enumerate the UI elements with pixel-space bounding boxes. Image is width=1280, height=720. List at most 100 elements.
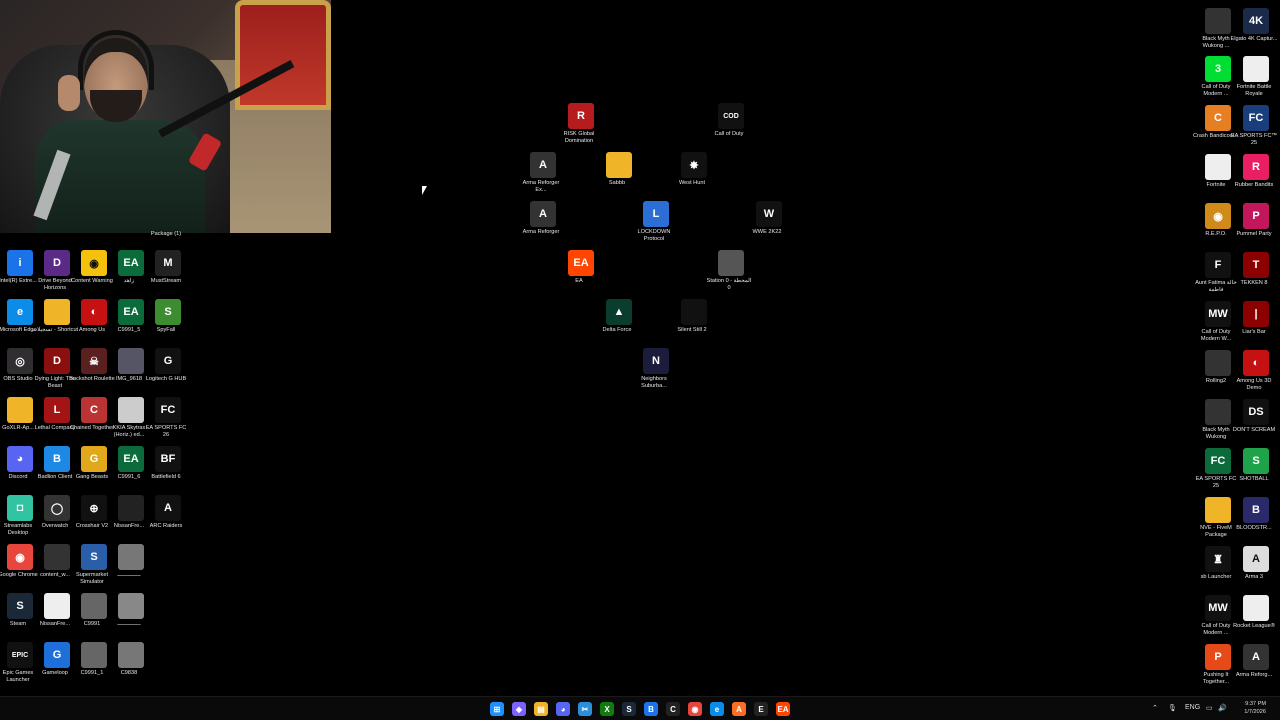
desktop-icon-supermarket[interactable]: S Supermarket Simulator: [74, 544, 114, 586]
desktop-icon-west-hunt[interactable]: ✸ West Hunt: [674, 152, 714, 187]
xbox-icon[interactable]: X: [600, 702, 614, 716]
fortnite-icon: [1205, 154, 1231, 180]
desktop-icon-aunt-fatima[interactable]: F Aunt Fatima خالة فاطمة: [1195, 252, 1238, 294]
desktop-icon-station-0[interactable]: Station 0 - المحطة 0: [707, 250, 751, 292]
desktop-icon-dbd[interactable]: D Dying Light: The Beast: [35, 348, 77, 390]
rubber-bandits-icon: R: [1243, 154, 1269, 180]
desktop-icon-spyfall[interactable]: S SpyFall: [148, 299, 188, 334]
clock-time: 9:37 PM: [1245, 701, 1266, 707]
clock[interactable]: 9:37 PM 1/7/2026: [1244, 700, 1266, 716]
desktop-icon-cod-mw-2[interactable]: MW Call of Duty Modern ...: [1198, 595, 1238, 637]
desktop-icon-silent-still-2[interactable]: Silent Still 2: [674, 299, 714, 334]
ea-icon[interactable]: EA: [776, 702, 790, 716]
c9991-icon: [81, 593, 107, 619]
desktop-icon-rubber-bandits[interactable]: R Rubber Bandits: [1235, 154, 1276, 189]
desktop-icon-dont-scream[interactable]: DS DON'T SCREAM: [1233, 399, 1276, 434]
clock-date: 1/7/2026: [1244, 709, 1266, 715]
desktop-icon-arma3[interactable]: A Arma 3: [1236, 546, 1276, 581]
lethal-icon: L: [44, 397, 70, 423]
desktop-icon-arabic-file-2[interactable]: ــــــــــــــ: [111, 593, 151, 628]
file-explorer-icon[interactable]: ▤: [534, 702, 548, 716]
arabic-file-1-icon: [118, 544, 144, 570]
desktop-icon-pummel[interactable]: P Pummel Party: [1236, 203, 1276, 238]
obs-icon: ◎: [7, 348, 33, 374]
copilot-icon[interactable]: ◆: [512, 702, 526, 716]
desktop-icon-label: Among Us 3D Demo: [1236, 378, 1272, 391]
desktop-icon-drive-beyond[interactable]: D Drive Beyond Horizons: [37, 250, 77, 292]
c9991-6-icon: EA: [118, 446, 144, 472]
desktop-icon-lockdown[interactable]: L LOCKDOWN Protocol: [636, 201, 676, 243]
desktop-icon-easports-fc26[interactable]: FC EA SPORTS FC 26: [146, 397, 188, 439]
desktop-icon-shotball[interactable]: S SHOTBALL: [1236, 448, 1276, 483]
package-folder-caption[interactable]: Package (1): [148, 229, 188, 238]
network-icon[interactable]: ▭: [1206, 704, 1213, 712]
repo-icon: ◉: [1205, 203, 1231, 229]
desktop-icon-black-myth-1[interactable]: Black Myth Wukong ...: [1198, 8, 1238, 50]
chrome-icon[interactable]: ◉: [688, 702, 702, 716]
discord-icon[interactable]: ◕: [556, 702, 570, 716]
desktop-icon-logitech[interactable]: G Logitech G HUB: [146, 348, 188, 383]
desktop-icon-liars-bar[interactable]: | Liar's Bar: [1236, 301, 1276, 336]
desktop-icon-label: Liar's Bar: [1242, 329, 1266, 335]
desktop-icon-wwe2k22[interactable]: W WWE 2K22: [749, 201, 789, 236]
desktop-icon-label: WWE 2K22: [752, 229, 782, 235]
desktop-icon-cod-mw[interactable]: MW Call of Duty Modern W...: [1198, 301, 1238, 343]
overwatch-icon: ◯: [44, 495, 70, 521]
snipping-tool-icon[interactable]: ✂: [578, 702, 592, 716]
desktop-icon-pushing-it[interactable]: P Pushing It Together...: [1198, 644, 1238, 686]
desktop-icon-tekken8[interactable]: T TEKKEN 8: [1236, 252, 1276, 287]
desktop-icon-c9838[interactable]: C9838: [111, 642, 151, 677]
desktop-icon-fortnite-br[interactable]: Fortnite Battle Royale: [1236, 56, 1276, 98]
desktop-icon-label: Elgato 4K Captur...: [1230, 36, 1278, 42]
cod-mw-icon: MW: [1205, 301, 1231, 327]
desktop-icon-label: EA SPORTS FC 26: [145, 425, 187, 438]
desktop-icon-elgato[interactable]: 4K Elgato 4K Captur...: [1231, 8, 1277, 43]
desktop-icon-arc-raiders[interactable]: A ARC Raiders: [148, 495, 188, 530]
c9991-5-icon: EA: [118, 299, 144, 325]
desktop-icon-label: Pummel Party: [1236, 231, 1272, 237]
desktop-icon-label: Fortnite Battle Royale: [1236, 84, 1272, 97]
desktop-icon-neighbors[interactable]: N Neighbors Suburba...: [636, 348, 676, 390]
desktop-icon-muststream[interactable]: M MustStream: [148, 250, 188, 285]
edge-icon[interactable]: e: [710, 702, 724, 716]
volume-icon[interactable]: 🔊: [1218, 704, 1227, 712]
desktop-icon-ea-app[interactable]: EA EA: [561, 250, 601, 285]
microphone-icon[interactable]: 🎙: [1168, 704, 1177, 712]
chrome-icon: ◉: [7, 544, 33, 570]
desktop-icon-nve-fivem[interactable]: NVE - FiveM Package: [1198, 497, 1238, 539]
desktop-icon-risk[interactable]: R RISK Global Domination: [561, 103, 601, 145]
desktop-icon-easports-fc25-1[interactable]: FC EA SPORTS FC™ 25: [1231, 105, 1277, 147]
desktop-icon-cod-center[interactable]: COD Call of Duty: [711, 103, 751, 138]
desktop-icon-streamlabs[interactable]: ◘ Streamlabs Desktop: [0, 495, 40, 537]
drive-beyond-icon: D: [44, 250, 70, 276]
desktop-icon-arma-reforger[interactable]: A Arma Reforger: [523, 201, 563, 236]
desktop-icon-arma-reforger-2[interactable]: A Arma Reforg...: [1236, 644, 1276, 679]
headset: [78, 30, 154, 90]
arc-icon[interactable]: A: [732, 702, 746, 716]
desktop-icon-arabic-file-1[interactable]: ــــــــــــــ: [111, 544, 151, 579]
desktop-icon-label: Delta Force: [602, 327, 632, 333]
windows-start-icon[interactable]: ⊞: [490, 702, 504, 716]
chained-icon: C: [81, 397, 107, 423]
desktop-icon-battlefield6[interactable]: BF Battlefield 6: [148, 446, 188, 481]
desktop-icon-bloodstr[interactable]: B BLOODSTR...: [1236, 497, 1276, 532]
desktop-icon-arma-reforger-ex[interactable]: A Arma Reforger Ex...: [523, 152, 563, 194]
chevron-up-icon[interactable]: ⌃: [1152, 704, 1158, 712]
discord-icon: ◕: [7, 446, 33, 472]
arma-reforger-2-icon: A: [1243, 644, 1269, 670]
desktop-icon-label: Arma Reforger Ex...: [522, 180, 560, 193]
desktop-icon-epic[interactable]: EPIC Epic Games Launcher: [0, 642, 40, 684]
desktop-icon-label: Rocket League®: [1233, 623, 1275, 629]
desktop-icon-easports-fc25-2[interactable]: FC EA SPORTS FC 25: [1196, 448, 1238, 490]
desktop-icon-sabbb[interactable]: Sabbb: [599, 152, 639, 187]
language-indicator[interactable]: ENG: [1185, 704, 1200, 711]
desktop-icon-among-us-3d[interactable]: ◐ Among Us 3D Demo: [1236, 350, 1276, 392]
desktop-icon-black-myth-2[interactable]: Black Myth Wukong: [1198, 399, 1238, 441]
desktop-icon-rocket-league[interactable]: Rocket League®: [1233, 595, 1276, 630]
desktop-icon-delta-force[interactable]: ▲ Delta Force: [599, 299, 639, 334]
epic-icon[interactable]: E: [754, 702, 768, 716]
bloodstr-icon: B: [1243, 497, 1269, 523]
capcut-icon[interactable]: C: [666, 702, 680, 716]
steam-icon[interactable]: S: [622, 702, 636, 716]
battlenet-icon[interactable]: B: [644, 702, 658, 716]
